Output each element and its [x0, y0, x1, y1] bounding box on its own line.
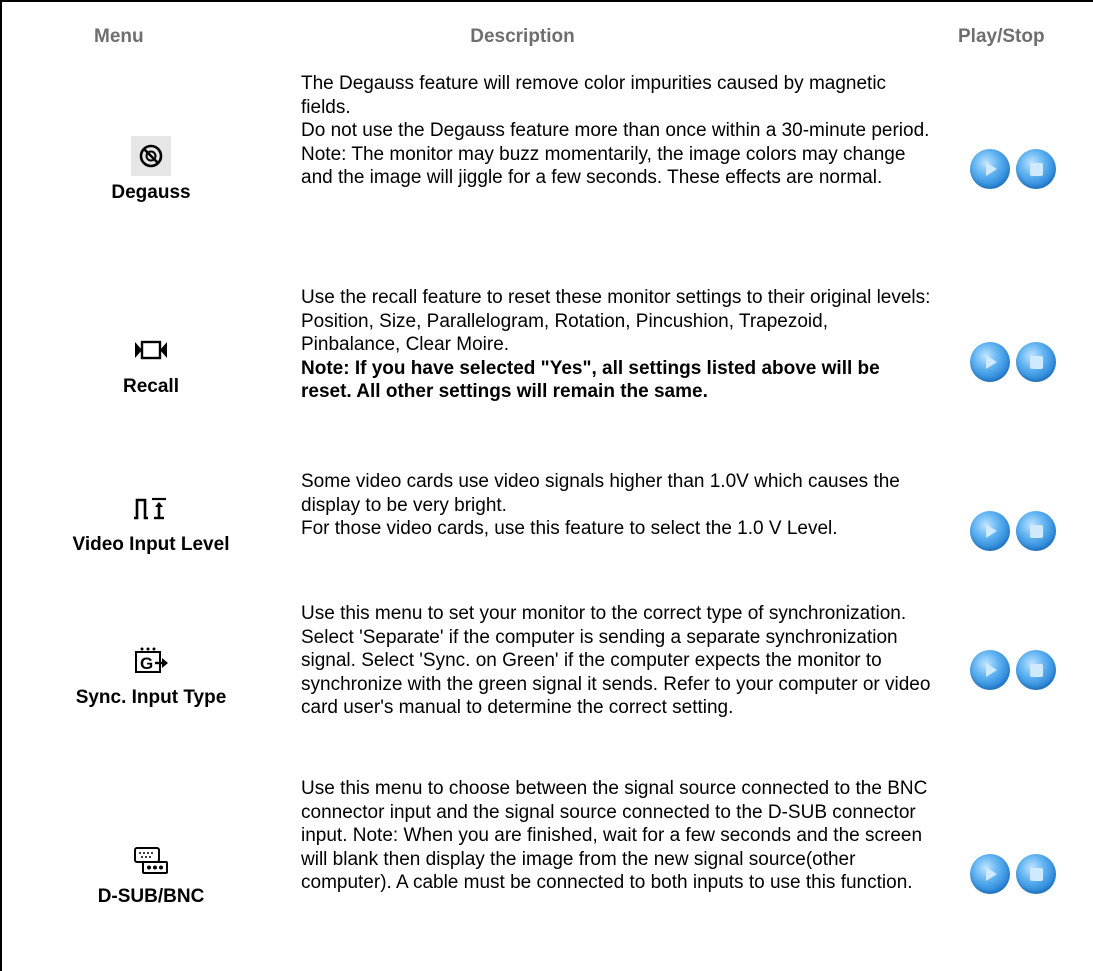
description-line: For those video cards, use this feature … — [301, 518, 838, 540]
menu-label-sync-input-type: Sync. Input Type — [75, 687, 227, 708]
description: Use this menu to set your monitor to the… — [301, 602, 931, 720]
play-icon — [986, 162, 997, 176]
description: Use this menu to choose between the sign… — [301, 777, 931, 895]
stop-button[interactable] — [1016, 149, 1056, 189]
table-row-degauss: Degauss The Degauss feature will remove … — [0, 72, 1093, 268]
play-button[interactable] — [970, 854, 1010, 894]
header-description-text: Description — [470, 26, 575, 47]
stop-button[interactable] — [1016, 342, 1056, 382]
stop-button[interactable] — [1016, 650, 1056, 690]
stop-icon — [1029, 867, 1043, 881]
play-stop-controls — [970, 650, 1060, 690]
description-line: The Degauss feature will remove color im… — [301, 73, 887, 118]
stop-button[interactable] — [1016, 511, 1056, 551]
degauss-icon — [131, 136, 171, 176]
sync-input-type-icon: G — [131, 641, 171, 681]
svg-text:G: G — [140, 654, 153, 673]
description-line: Use the recall feature to reset these mo… — [301, 287, 931, 356]
description: Some video cards use video signals highe… — [301, 470, 931, 541]
video-input-level-icon — [131, 488, 171, 528]
play-stop-controls — [970, 511, 1060, 551]
recall-icon — [131, 330, 171, 370]
menu-label-video-input-level: Video Input Level — [72, 534, 230, 555]
stop-icon — [1029, 162, 1043, 176]
stop-icon — [1029, 663, 1043, 677]
menu-cell: D-SUB/BNC — [40, 777, 262, 971]
dsub-bnc-icon — [131, 840, 171, 880]
table-row-sync-input-type: G Sync. Input Type Use this menu to set … — [0, 602, 1093, 748]
description-line: Some video cards use video signals highe… — [301, 471, 900, 516]
menu-cell: Recall — [40, 286, 262, 442]
description-note: Note: If you have selected "Yes", all se… — [301, 357, 931, 404]
table-row-video-input-level: Video Input Level Some video cards use v… — [0, 470, 1093, 574]
play-icon — [986, 663, 997, 677]
table-row-recall: Recall Use the recall feature to reset t… — [0, 286, 1093, 442]
menu-cell: G Sync. Input Type — [40, 602, 262, 748]
play-stop-controls — [970, 342, 1060, 382]
menu-label-degauss: Degauss — [111, 182, 191, 203]
play-button[interactable] — [970, 149, 1010, 189]
table-row-dsub-bnc: D-SUB/BNC Use this menu to choose betwee… — [0, 777, 1093, 971]
menu-label-recall: Recall — [123, 376, 179, 397]
bold-note: Note: If you have selected "Yes", all se… — [301, 357, 880, 403]
play-icon — [986, 867, 997, 881]
header-description: Description — [0, 26, 1093, 48]
header-play-stop: Play/Stop — [958, 26, 1045, 47]
play-button[interactable] — [970, 511, 1010, 551]
play-button[interactable] — [970, 650, 1010, 690]
menu-cell: Degauss — [40, 72, 262, 268]
description-line: Use this menu to choose between the sign… — [301, 778, 928, 894]
description: The Degauss feature will remove color im… — [301, 72, 931, 190]
play-icon — [986, 355, 997, 369]
play-icon — [986, 524, 997, 538]
stop-icon — [1029, 355, 1043, 369]
description-line: Use this menu to set your monitor to the… — [301, 603, 931, 719]
menu-cell: Video Input Level — [40, 470, 262, 574]
stop-icon — [1029, 524, 1043, 538]
description-line: Note: The monitor may buzz momentarily, … — [301, 143, 906, 189]
play-stop-controls — [970, 149, 1060, 189]
stop-button[interactable] — [1016, 854, 1056, 894]
description: Use the recall feature to reset these mo… — [301, 286, 931, 404]
menu-label-dsub-bnc: D-SUB/BNC — [97, 886, 205, 907]
play-button[interactable] — [970, 342, 1010, 382]
description-line: Do not use the Degauss feature more than… — [301, 120, 930, 142]
play-stop-controls — [970, 854, 1060, 894]
